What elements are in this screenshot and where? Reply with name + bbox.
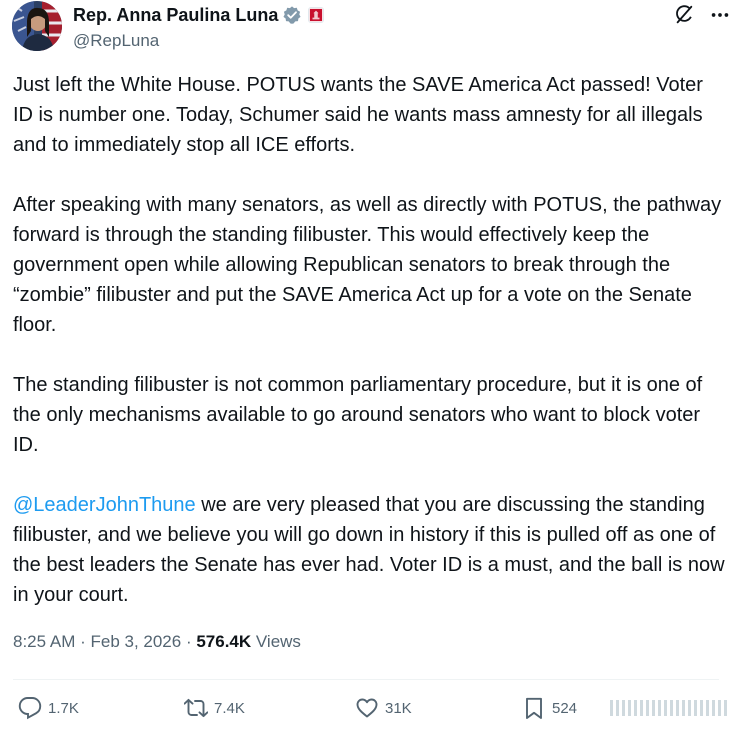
tweet-time[interactable]: 8:25 AM	[13, 632, 75, 651]
bookmark-count: 524	[552, 699, 578, 717]
tweet-header: Rep. Anna Paulina Luna @RepLuna	[12, 0, 731, 60]
action-bar: 1.7K 7.4K 31K 524	[18, 696, 727, 724]
author-handle[interactable]: @RepLuna	[73, 31, 324, 51]
author-block[interactable]: Rep. Anna Paulina Luna @RepLuna	[73, 4, 325, 51]
congress-affiliation-icon[interactable]	[308, 7, 325, 23]
share-icon[interactable]	[610, 696, 730, 720]
meta-separator: ·	[181, 632, 197, 651]
meta-separator: ·	[75, 632, 91, 651]
reply-icon	[18, 697, 42, 720]
tweet-date[interactable]: Feb 3, 2026	[90, 632, 181, 651]
tweet-paragraph: After speaking with many senators, as we…	[13, 194, 722, 336]
like-button[interactable]: 31K	[355, 696, 412, 720]
author-name[interactable]: Rep. Anna Paulina Luna	[73, 5, 278, 26]
repost-icon	[184, 698, 208, 718]
views-count: 576.4K	[196, 632, 252, 651]
avatar[interactable]	[12, 1, 62, 51]
more-options-icon[interactable]	[709, 4, 731, 26]
tweet-paragraph: The standing filibuster is not common pa…	[13, 374, 703, 456]
tweet-paragraph: Just left the White House. POTUS wants t…	[13, 74, 703, 156]
like-count: 31K	[385, 699, 412, 717]
mention-link[interactable]: @LeaderJohnThune	[13, 494, 196, 516]
repost-count: 7.4K	[214, 699, 245, 717]
tweet-paragraph: @LeaderJohnThune we are very pleased tha…	[13, 490, 725, 610]
reply-count: 1.7K	[48, 699, 79, 717]
grok-icon[interactable]	[673, 4, 695, 26]
reply-button[interactable]: 1.7K	[18, 696, 79, 720]
views-label: Views	[251, 632, 301, 651]
bookmark-button[interactable]: 524	[522, 696, 577, 720]
tweet-meta: 8:25 AM · Feb 3, 2026 · 576.4K Views	[13, 632, 301, 652]
verified-badge-icon[interactable]	[282, 5, 302, 25]
bookmark-icon	[526, 697, 542, 719]
repost-button[interactable]: 7.4K	[184, 696, 245, 720]
tweet-text: Just left the White House. POTUS wants t…	[13, 70, 725, 640]
heart-icon	[356, 698, 378, 718]
divider	[13, 679, 719, 680]
